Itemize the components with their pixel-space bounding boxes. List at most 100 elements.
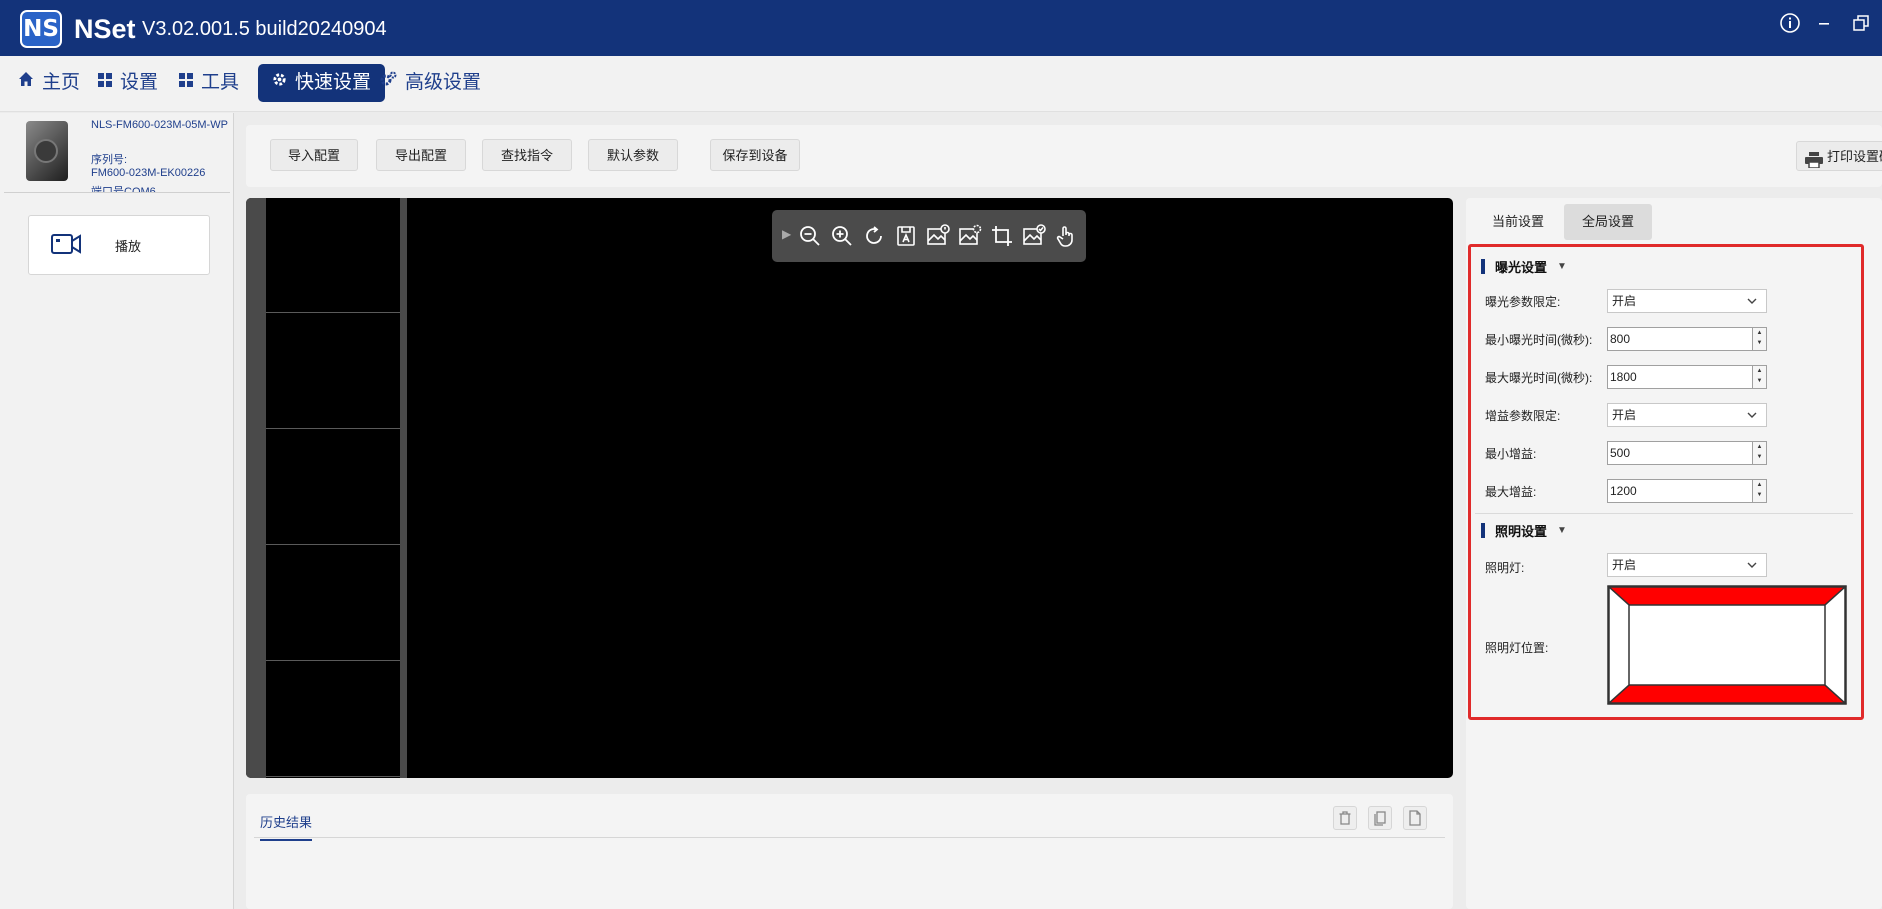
document-icon[interactable]: [1403, 806, 1427, 830]
section-marker: [1481, 259, 1485, 274]
divider: [254, 837, 1445, 838]
min-gain-label: 最小增益:: [1485, 447, 1537, 461]
device-card[interactable]: NLS-FM600-023M-05M-WP 序列号: FM600-023M-EK…: [4, 117, 230, 193]
print-settings-code-label: 打印设置码: [1827, 149, 1882, 164]
light-position-selector[interactable]: [1607, 585, 1847, 705]
menu-bar: 主页 设置 工具 快速设置 高级设置: [0, 56, 1882, 112]
menu-item-tools[interactable]: 工具: [171, 64, 247, 102]
gear-icon: [272, 64, 287, 102]
config-toolbar: 导入配置 导出配置 查找指令 默认参数 保存到设备 打印设置码: [246, 125, 1882, 187]
chevron-down-icon: [1746, 404, 1758, 435]
grid-icon: [98, 64, 112, 102]
printer-icon: [1805, 149, 1823, 169]
thumbnail[interactable]: [266, 662, 400, 777]
copy-icon[interactable]: [1368, 806, 1392, 830]
menu-item-label: 快速设置: [295, 72, 372, 93]
max-gain-spinbox[interactable]: 1200 ▲ ▼: [1607, 479, 1767, 503]
find-command-button[interactable]: 查找指令: [482, 139, 572, 171]
rotate-icon[interactable]: [862, 224, 886, 248]
light-position-label: 照明灯位置:: [1485, 641, 1549, 655]
light-left-segment: [1608, 585, 1630, 705]
spinbox-value: 1200: [1610, 484, 1637, 498]
menu-item-home[interactable]: 主页: [10, 64, 88, 102]
crop-icon[interactable]: [990, 224, 1014, 248]
exposure-limit-select[interactable]: 开启: [1607, 289, 1767, 313]
play-label: 播放: [115, 239, 142, 254]
spinbox-value: 800: [1610, 332, 1631, 346]
image-viewer[interactable]: ▶: [246, 198, 1453, 778]
light-right-segment: [1824, 585, 1846, 705]
menu-item-label: 设置: [120, 72, 159, 93]
tab-global-settings[interactable]: 全局设置: [1564, 204, 1652, 240]
section-title: 照明设置: [1495, 524, 1548, 539]
delete-icon[interactable]: [1333, 806, 1357, 830]
save-image-icon[interactable]: [894, 224, 918, 248]
image-check-icon[interactable]: [1022, 224, 1046, 248]
image-toolbar: ▶: [772, 210, 1086, 262]
thumbnail[interactable]: [266, 314, 400, 429]
select-value: 开启: [1612, 408, 1637, 422]
highlight-frame: 曝光设置 ▼ 曝光参数限定: 开启 最小曝光时间(微秒): 800 ▲ ▼ 最大曝…: [1468, 244, 1864, 720]
gears-icon: [380, 64, 397, 102]
hand-pointer-icon[interactable]: [1054, 224, 1078, 248]
thumbnail[interactable]: [266, 430, 400, 545]
settings-panel: 当前设置 全局设置 曝光设置 ▼ 曝光参数限定: 开启 最小曝光时间(微秒): …: [1466, 198, 1882, 909]
thumbnail[interactable]: [266, 198, 400, 313]
menu-item-advanced-settings[interactable]: 高级设置: [372, 64, 489, 102]
save-to-device-button[interactable]: 保存到设备: [710, 139, 800, 171]
gain-limit-select[interactable]: 开启: [1607, 403, 1767, 427]
title-bar: NS NSet V3.02.001.5 build20240904: [0, 0, 1882, 56]
zoom-out-icon[interactable]: [798, 224, 822, 248]
minimize-icon[interactable]: [1811, 12, 1837, 40]
spin-arrows-icon[interactable]: ▲ ▼: [1752, 480, 1766, 502]
expand-arrow-icon[interactable]: ▶: [782, 227, 791, 241]
chevron-down-icon: ▼: [1557, 525, 1567, 536]
max-exposure-spinbox[interactable]: 1800 ▲ ▼: [1607, 365, 1767, 389]
section-marker: [1481, 523, 1485, 538]
exposure-limit-label: 曝光参数限定:: [1485, 295, 1561, 309]
spin-arrows-icon[interactable]: ▲ ▼: [1752, 442, 1766, 464]
grid-icon: [179, 64, 193, 102]
tab-current-settings[interactable]: 当前设置: [1476, 204, 1560, 240]
min-exposure-label: 最小曝光时间(微秒):: [1485, 333, 1593, 347]
device-port: 端口号COM6: [91, 186, 156, 193]
chevron-down-icon: ▼: [1557, 261, 1567, 272]
sidebar: NLS-FM600-023M-05M-WP 序列号: FM600-023M-EK…: [0, 113, 234, 909]
app-name: NSet: [74, 14, 136, 44]
light-label: 照明灯:: [1485, 561, 1525, 575]
spin-arrows-icon[interactable]: ▲ ▼: [1752, 366, 1766, 388]
menu-item-quick-settings[interactable]: 快速设置: [258, 64, 386, 102]
import-config-button[interactable]: 导入配置: [270, 139, 358, 171]
lighting-section-header[interactable]: 照明设置 ▼: [1481, 521, 1567, 540]
filmstrip-scrollbar[interactable]: [246, 198, 266, 778]
export-config-button[interactable]: 导出配置: [376, 139, 466, 171]
play-button[interactable]: 播放: [28, 215, 210, 275]
info-icon[interactable]: [1777, 12, 1803, 40]
menu-item-settings[interactable]: 设置: [90, 64, 166, 102]
thumbnail[interactable]: [266, 546, 400, 661]
device-serial-label: 序列号:: [91, 154, 128, 166]
image-info-icon[interactable]: [926, 224, 950, 248]
exposure-section-header[interactable]: 曝光设置 ▼: [1481, 257, 1567, 276]
min-exposure-spinbox[interactable]: 800 ▲ ▼: [1607, 327, 1767, 351]
print-settings-code-button[interactable]: 打印设置码: [1796, 141, 1882, 171]
restore-icon[interactable]: [1848, 12, 1874, 40]
light-select[interactable]: 开启: [1607, 553, 1767, 577]
device-serial: FM600-023M-EK00226: [91, 167, 206, 179]
gain-limit-label: 增益参数限定:: [1485, 409, 1561, 423]
zoom-in-icon[interactable]: [830, 224, 854, 248]
spin-arrows-icon[interactable]: ▲ ▼: [1752, 328, 1766, 350]
filmstrip-divider[interactable]: [400, 198, 407, 778]
divider: [1475, 513, 1853, 514]
chevron-down-icon: [1746, 290, 1758, 321]
history-panel: 历史结果: [246, 794, 1453, 909]
min-gain-spinbox[interactable]: 500 ▲ ▼: [1607, 441, 1767, 465]
select-value: 开启: [1612, 294, 1637, 308]
image-settings-icon[interactable]: [958, 224, 982, 248]
app-version: V3.02.001.5 build20240904: [142, 18, 387, 40]
default-params-button[interactable]: 默认参数: [588, 139, 678, 171]
light-bottom-segment: [1607, 684, 1847, 704]
spinbox-value: 1800: [1610, 370, 1637, 384]
app-logo: NS: [20, 10, 62, 48]
max-gain-label: 最大增益:: [1485, 485, 1537, 499]
